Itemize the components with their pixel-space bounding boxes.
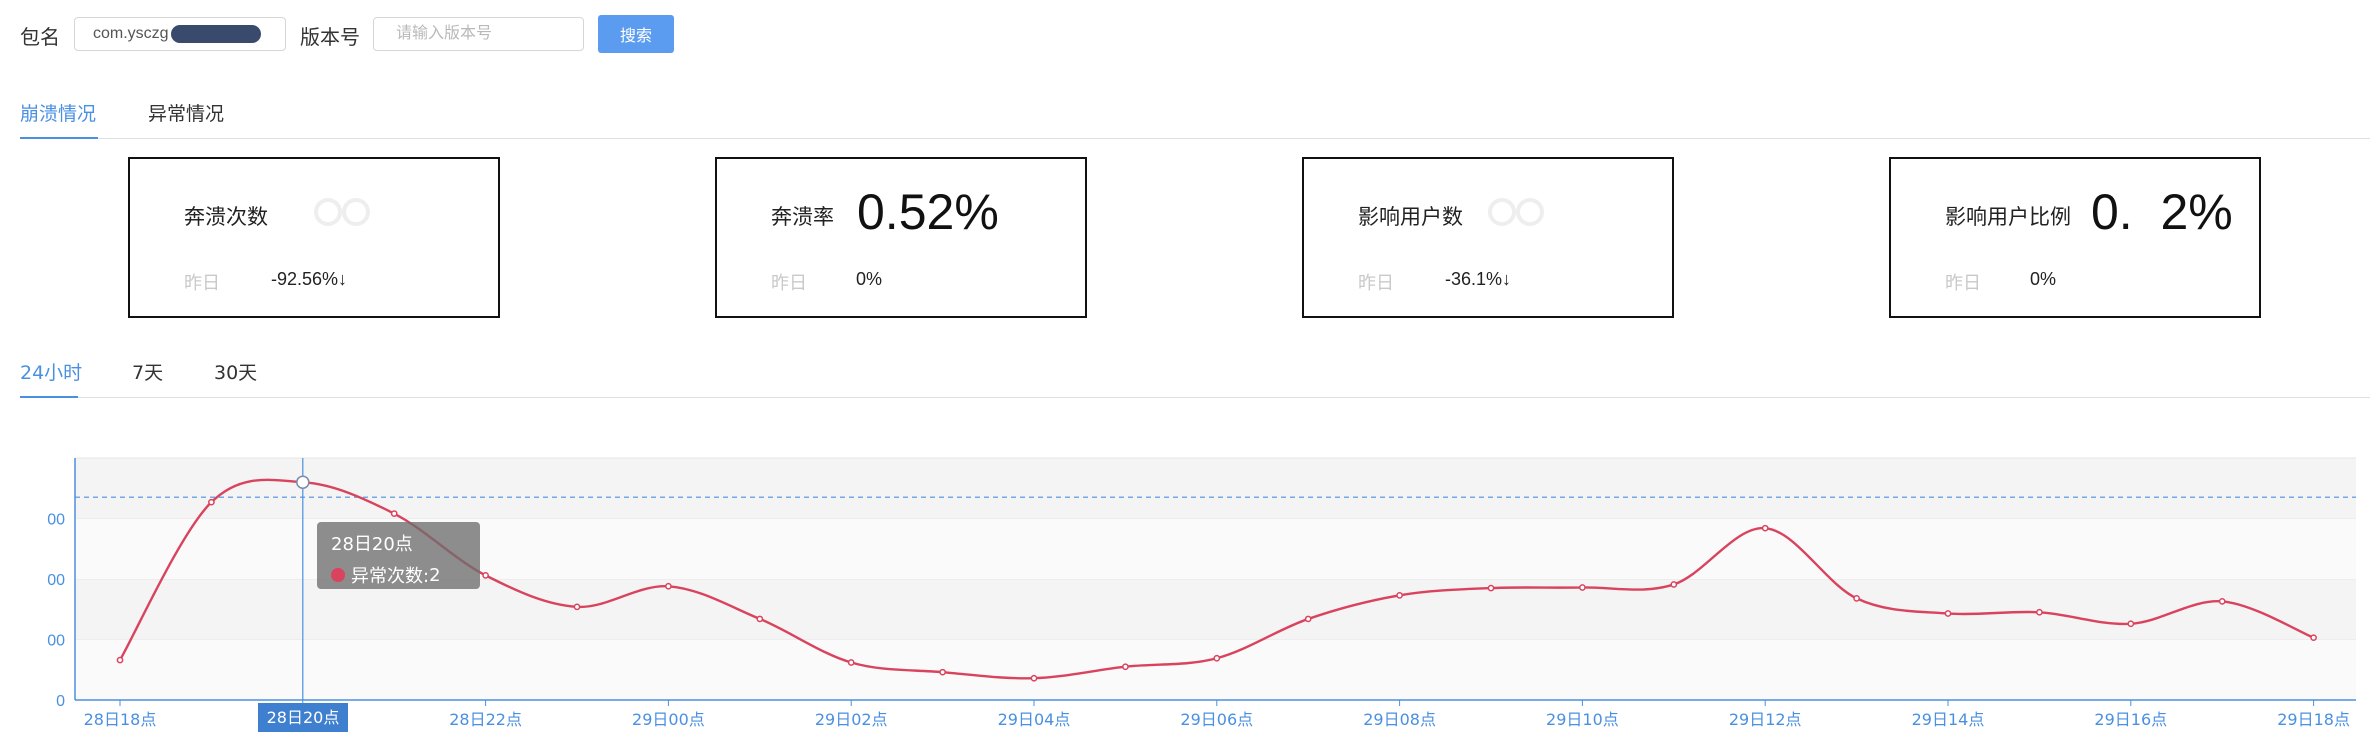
redacted-value-mark [1488, 198, 1544, 226]
card-yesterday-value: 0% [856, 269, 883, 289]
card-yesterday-label: 昨日 [771, 273, 807, 294]
grid-band [75, 639, 2356, 700]
search-button[interactable]: 搜索 [598, 15, 674, 53]
tab-exception[interactable]: 异常情况 [148, 99, 224, 126]
card-yesterday-label: 昨日 [1945, 273, 1981, 294]
tab-active-indicator [20, 137, 98, 139]
version-input[interactable] [394, 24, 567, 44]
data-point [116, 656, 124, 664]
x-tick-label: 29日10点 [1546, 710, 1619, 729]
package-label: 包名 [20, 25, 60, 49]
data-point [1030, 674, 1038, 682]
x-tick-label: 29日18点 [2277, 710, 2350, 729]
x-tick-label: 28日18点 [84, 710, 157, 729]
card-yesterday-value: -36.1%↓ [1445, 269, 1512, 289]
data-point [390, 510, 398, 518]
tab-7d[interactable]: 7天 [132, 358, 163, 385]
card-yesterday-value: 0% [2030, 269, 2057, 289]
x-tick-label: 29日06点 [1180, 710, 1253, 729]
x-tick-label: 29日08点 [1363, 710, 1436, 729]
data-point [1304, 615, 1312, 623]
tab-24h[interactable]: 24小时 [20, 358, 82, 385]
tab-crash[interactable]: 崩溃情况 [20, 99, 96, 126]
package-input[interactable]: com.ysczg [74, 17, 286, 51]
y-tick-label: 00 [47, 572, 65, 589]
card-affected-user-ratio: 影响用户比例 0. 2% 昨日 0% [1889, 157, 2261, 318]
y-tick-label: 00 [47, 512, 65, 529]
data-point [1213, 654, 1221, 662]
data-point [1853, 595, 1860, 602]
data-point [847, 659, 855, 666]
card-yesterday-label: 昨日 [184, 273, 220, 294]
data-point [2036, 608, 2043, 616]
data-point [1122, 663, 1129, 671]
tooltip-title: 28日20点 [331, 534, 413, 555]
data-point [1944, 610, 1952, 617]
data-point [2218, 598, 2226, 605]
tooltip-row: 异常次数: 2 [331, 562, 466, 588]
main-tabs: 崩溃情况 异常情况 [20, 88, 2370, 139]
data-point [1670, 581, 1678, 588]
data-point [482, 572, 489, 579]
redacted-value-mark [314, 198, 370, 226]
data-point [756, 615, 764, 623]
tab-30d[interactable]: 30天 [214, 358, 257, 385]
x-tick-label: 29日12点 [1729, 710, 1802, 729]
active-x-label: 28日20点 [258, 703, 348, 732]
data-point [1579, 584, 1586, 591]
crash-trend-chart: 000000028日18点 28日22点 29日00点 29日02点 29日04点 29日… [47, 457, 2356, 729]
card-crash-rate: 奔溃率 0.52% 昨日 0% [715, 157, 1087, 318]
tooltip-series-label: 异常次数: [351, 566, 430, 587]
x-tick-label: 28日22点 [449, 710, 522, 729]
data-point [208, 498, 215, 506]
card-title: 奔溃次数 [184, 205, 268, 229]
range-tabs: 24小时 7天 30天 [20, 355, 2370, 398]
card-value: 0. 2% [2091, 184, 2233, 240]
chart-tooltip: 28日20点 异常次数: 2 [317, 522, 480, 589]
card-yesterday-label: 昨日 [1358, 273, 1394, 294]
package-value: com.ysczg [93, 25, 169, 42]
x-tick-label: 29日00点 [632, 710, 705, 729]
card-affected-users: 影响用户数 昨日 -36.1%↓ [1302, 157, 1674, 318]
y-tick-label: 00 [47, 633, 65, 650]
data-point [1487, 584, 1495, 592]
data-point [296, 475, 310, 489]
data-point [573, 603, 581, 611]
tab-active-indicator [20, 396, 78, 398]
card-crash-count: 奔溃次数 昨日 -92.56%↓ [128, 157, 500, 318]
data-point [2127, 620, 2135, 628]
data-point [1761, 524, 1769, 532]
search-bar: 包名 com.ysczg 版本号 搜索 [20, 15, 2360, 55]
card-yesterday-value: -92.56%↓ [271, 269, 348, 289]
card-title: 影响用户数 [1358, 205, 1463, 229]
y-tick-label: 0 [56, 693, 65, 710]
card-value: 0.52% [857, 184, 999, 240]
data-point [1396, 591, 1403, 599]
version-input-wrapper [373, 17, 584, 51]
tooltip-value: 2 [429, 564, 441, 586]
redaction-mark [170, 24, 261, 43]
data-point [2310, 634, 2317, 642]
card-title: 影响用户比例 [1945, 205, 2071, 229]
data-point [665, 582, 672, 590]
x-tick-label: 29日02点 [815, 710, 888, 729]
x-tick-label: 29日04点 [998, 710, 1071, 729]
x-tick-label: 29日16点 [2094, 710, 2167, 729]
x-tick-label: 29日14点 [1912, 710, 1985, 729]
version-label: 版本号 [300, 25, 360, 49]
card-title: 奔溃率 [771, 205, 834, 229]
grid-band [75, 458, 2356, 519]
data-point [939, 668, 946, 676]
series-color-dot [331, 568, 345, 582]
